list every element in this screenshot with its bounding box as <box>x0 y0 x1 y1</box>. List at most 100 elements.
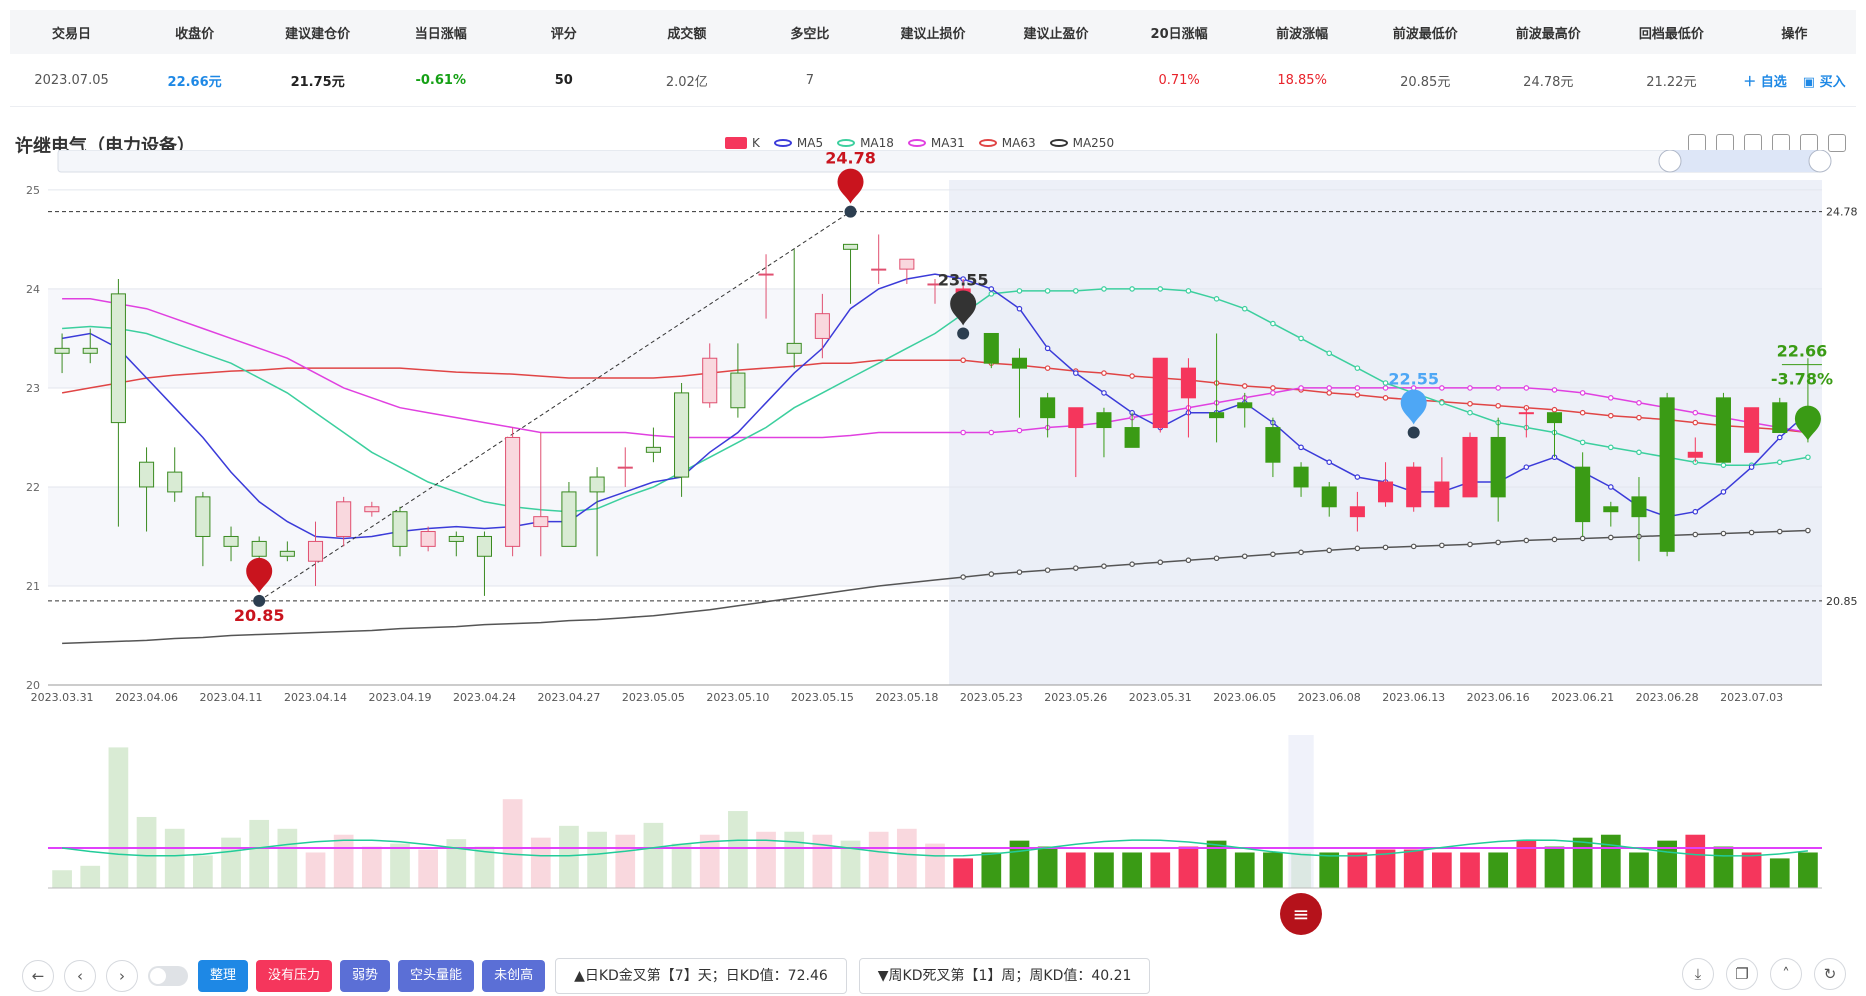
volume-bar[interactable] <box>530 837 551 888</box>
menu-icon[interactable]: ≡ <box>1280 893 1322 935</box>
volume-bar[interactable] <box>1263 852 1283 888</box>
candle-body[interactable] <box>307 540 324 562</box>
volume-bar[interactable] <box>1150 852 1171 888</box>
kline-chart[interactable]: 2021222324252023.03.31 2023.04.06 2023.04.… <box>0 150 1866 890</box>
volume-bar[interactable] <box>108 747 129 888</box>
volume-bar[interactable] <box>1178 846 1199 888</box>
candle-body[interactable] <box>420 531 436 547</box>
volume-bar[interactable] <box>390 843 410 888</box>
legend-item[interactable]: MA5 <box>773 136 823 150</box>
candle-body[interactable] <box>1321 486 1337 508</box>
volume-bar[interactable] <box>333 834 354 888</box>
zoom-slider-track[interactable] <box>57 150 1821 173</box>
candle-body[interactable] <box>730 372 746 409</box>
volume-bar[interactable] <box>812 834 833 888</box>
volume-bar[interactable] <box>1460 852 1480 888</box>
zoom-slider-window[interactable] <box>1670 150 1820 172</box>
chart-legend[interactable]: K MA5 MA18 MA31 MA63 MA250 <box>725 136 1114 150</box>
volume-bar[interactable] <box>249 819 270 888</box>
candle-body[interactable] <box>1631 496 1647 518</box>
candle-body[interactable] <box>1378 481 1394 503</box>
candle-body[interactable] <box>871 268 887 271</box>
volume-bar[interactable] <box>1122 852 1142 888</box>
candle-body[interactable] <box>448 535 464 542</box>
status-tag-button[interactable]: 没有压力 <box>256 960 333 992</box>
volume-bar[interactable] <box>418 849 438 888</box>
volume-bar[interactable] <box>1600 834 1621 888</box>
legend-item[interactable]: K <box>725 136 760 150</box>
candle-body[interactable] <box>364 506 380 513</box>
volume-bar[interactable] <box>1572 837 1593 888</box>
candle-body[interactable] <box>1744 407 1760 453</box>
buy-button[interactable]: ▣ 买入 <box>1803 71 1846 90</box>
candle-body[interactable] <box>1349 506 1365 518</box>
status-tag-button[interactable]: 未创高 <box>482 960 546 992</box>
candle-body[interactable] <box>589 476 605 493</box>
candle-body[interactable] <box>1434 481 1450 508</box>
candle-body[interactable] <box>1096 412 1112 429</box>
candle-body[interactable] <box>1124 427 1140 448</box>
candle-body[interactable] <box>533 516 549 528</box>
volume-bar[interactable] <box>277 828 298 888</box>
candle-body[interactable] <box>336 501 352 537</box>
mode-toggle[interactable] <box>148 966 188 986</box>
candle-body[interactable] <box>1068 407 1084 429</box>
candle-body[interactable] <box>1209 412 1225 419</box>
volume-bar[interactable] <box>1629 852 1649 888</box>
candle-body[interactable] <box>505 436 521 547</box>
volume-bar[interactable] <box>784 831 805 888</box>
copy-icon[interactable]: ❐ <box>1726 958 1758 990</box>
candle-body[interactable] <box>702 357 718 404</box>
zoom-slider-handle-right[interactable] <box>1808 150 1832 173</box>
volume-bar[interactable] <box>896 828 917 888</box>
chevron-left-icon[interactable]: ‹ <box>64 960 96 992</box>
candle-body[interactable] <box>983 332 999 364</box>
candle-body[interactable] <box>251 540 267 557</box>
volume-bar[interactable] <box>1488 852 1509 888</box>
candle-body[interactable] <box>1180 367 1196 399</box>
candle-body[interactable] <box>842 243 859 250</box>
candle-body[interactable] <box>1603 506 1619 513</box>
volume-bar[interactable] <box>1685 834 1706 888</box>
volume-bar[interactable] <box>1713 846 1734 888</box>
candle-body[interactable] <box>674 392 690 478</box>
candle-body[interactable] <box>1462 436 1478 498</box>
candle-body[interactable] <box>617 466 633 469</box>
candle-body[interactable] <box>279 550 295 557</box>
volume-bar[interactable] <box>221 837 241 888</box>
volume-bar[interactable] <box>1741 852 1762 888</box>
volume-bar[interactable] <box>1347 852 1368 888</box>
candle-body[interactable] <box>1715 397 1731 463</box>
volume-bar[interactable] <box>361 846 382 888</box>
volume-bar[interactable] <box>193 855 213 888</box>
candle-body[interactable] <box>1772 402 1788 433</box>
candle-body[interactable] <box>110 293 126 424</box>
candle-body[interactable] <box>1265 427 1281 463</box>
status-tag-button[interactable]: 整理 <box>198 960 249 992</box>
volume-bar[interactable] <box>981 852 1002 888</box>
volume-bar[interactable] <box>305 852 326 888</box>
candle-body[interactable] <box>1237 402 1253 409</box>
volume-bar[interactable] <box>728 811 748 888</box>
volume-bar[interactable] <box>559 825 579 888</box>
volume-bar[interactable] <box>1375 849 1396 888</box>
add-watchlist-button[interactable]: ＋ 自选 <box>1743 71 1787 90</box>
volume-bar[interactable] <box>1094 852 1114 888</box>
candle-body[interactable] <box>1293 466 1309 488</box>
volume-bar[interactable] <box>1432 852 1452 888</box>
chevron-right-icon[interactable]: › <box>106 960 138 992</box>
volume-bar[interactable] <box>615 834 636 888</box>
candle-body[interactable] <box>82 347 98 354</box>
candle-body[interactable] <box>1518 412 1534 415</box>
candle-body[interactable] <box>1490 436 1506 498</box>
volume-bar[interactable] <box>587 831 607 888</box>
candle-body[interactable] <box>139 461 155 488</box>
volume-bar[interactable] <box>1234 852 1255 888</box>
arrow-left-icon[interactable]: ← <box>22 960 54 992</box>
candle-body[interactable] <box>561 491 577 547</box>
candle-body[interactable] <box>758 273 774 276</box>
legend-item[interactable]: MA63 <box>978 136 1036 150</box>
volume-bar[interactable] <box>671 843 692 888</box>
zoom-slider-handle-left[interactable] <box>1658 150 1682 173</box>
volume-bar[interactable] <box>1065 852 1086 888</box>
